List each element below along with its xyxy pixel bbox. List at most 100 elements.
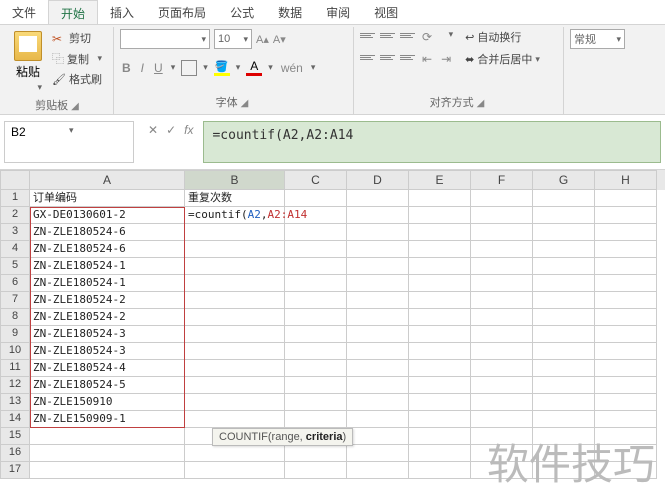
cell[interactable] <box>471 224 533 241</box>
col-header-D[interactable]: D <box>347 170 409 190</box>
cell[interactable] <box>595 428 657 445</box>
cell[interactable] <box>471 377 533 394</box>
tab-data[interactable]: 数据 <box>266 0 314 24</box>
cell[interactable] <box>471 394 533 411</box>
cell[interactable] <box>285 224 347 241</box>
font-color-button[interactable]: A <box>246 59 262 76</box>
cell[interactable] <box>533 207 595 224</box>
cell[interactable] <box>409 292 471 309</box>
tab-layout[interactable]: 页面布局 <box>146 0 218 24</box>
row-header[interactable]: 10 <box>0 343 30 360</box>
cell[interactable] <box>409 394 471 411</box>
cell[interactable] <box>185 445 285 462</box>
name-box[interactable]: B2▾ <box>4 121 134 163</box>
cell[interactable] <box>185 462 285 479</box>
cancel-formula-button[interactable]: ✕ <box>148 123 158 137</box>
cell[interactable] <box>347 377 409 394</box>
cell[interactable] <box>533 360 595 377</box>
cell[interactable] <box>409 462 471 479</box>
row-header[interactable]: 9 <box>0 326 30 343</box>
cell[interactable] <box>595 190 657 207</box>
cell[interactable] <box>533 462 595 479</box>
cell[interactable]: 重复次数 <box>185 190 285 207</box>
cell[interactable] <box>471 309 533 326</box>
cell[interactable] <box>285 241 347 258</box>
fx-button[interactable]: fx <box>184 123 193 137</box>
cell[interactable] <box>533 258 595 275</box>
tab-formulas[interactable]: 公式 <box>218 0 266 24</box>
dialog-launcher-icon[interactable]: ◢ <box>71 101 82 112</box>
cell[interactable] <box>285 394 347 411</box>
cell[interactable] <box>595 326 657 343</box>
cell[interactable] <box>185 275 285 292</box>
cell[interactable] <box>409 241 471 258</box>
cell[interactable] <box>409 343 471 360</box>
cell[interactable] <box>347 326 409 343</box>
cell[interactable] <box>185 309 285 326</box>
row-header[interactable]: 5 <box>0 258 30 275</box>
cell[interactable]: ZN-ZLE180524-3 <box>30 343 185 360</box>
cell[interactable] <box>30 445 185 462</box>
cell[interactable]: ZN-ZLE180524-5 <box>30 377 185 394</box>
row-header[interactable]: 16 <box>0 445 30 462</box>
cell[interactable] <box>471 190 533 207</box>
number-format-combo[interactable]: 常规▾ <box>570 29 625 49</box>
tab-view[interactable]: 视图 <box>362 0 410 24</box>
row-header[interactable]: 1 <box>0 190 30 207</box>
cell[interactable] <box>409 326 471 343</box>
row-header[interactable]: 6 <box>0 275 30 292</box>
cell[interactable]: ZN-ZLE180524-1 <box>30 258 185 275</box>
align-middle-button[interactable] <box>380 29 395 41</box>
align-right-button[interactable] <box>400 51 415 63</box>
format-painter-button[interactable]: 格式刷 <box>50 70 104 88</box>
increase-indent-button[interactable]: ⇥ <box>439 51 453 67</box>
cell[interactable] <box>595 275 657 292</box>
cell[interactable] <box>285 377 347 394</box>
cell[interactable]: ZN-ZLE180524-3 <box>30 326 185 343</box>
cell[interactable] <box>347 309 409 326</box>
phonetic-button[interactable]: wén <box>279 60 305 76</box>
cell[interactable] <box>347 224 409 241</box>
cell[interactable] <box>471 445 533 462</box>
cell[interactable] <box>595 241 657 258</box>
cell[interactable] <box>285 292 347 309</box>
border-button[interactable] <box>181 60 197 76</box>
cell[interactable]: ZN-ZLE180524-6 <box>30 241 185 258</box>
col-header-G[interactable]: G <box>533 170 595 190</box>
cell[interactable] <box>595 258 657 275</box>
italic-button[interactable]: I <box>139 60 146 76</box>
cell[interactable] <box>595 309 657 326</box>
cell[interactable] <box>347 411 409 428</box>
font-name-combo[interactable]: ▾ <box>120 29 210 49</box>
cell[interactable] <box>30 462 185 479</box>
cell[interactable] <box>471 258 533 275</box>
cell[interactable]: 订单编码 <box>30 190 185 207</box>
col-header-C[interactable]: C <box>285 170 347 190</box>
merge-center-button[interactable]: ⬌合并后居中▾ <box>465 51 540 67</box>
cell[interactable] <box>185 326 285 343</box>
cell[interactable] <box>533 292 595 309</box>
cell[interactable] <box>185 394 285 411</box>
cell[interactable] <box>347 258 409 275</box>
cell[interactable] <box>185 224 285 241</box>
cell[interactable] <box>347 360 409 377</box>
cell[interactable] <box>185 360 285 377</box>
copy-button[interactable]: 复制▾ <box>50 49 104 68</box>
cell[interactable] <box>595 411 657 428</box>
cell[interactable] <box>285 411 347 428</box>
tab-review[interactable]: 审阅 <box>314 0 362 24</box>
align-bottom-button[interactable] <box>400 29 415 41</box>
cell[interactable] <box>471 275 533 292</box>
orientation-button[interactable]: ⟳ <box>420 29 434 45</box>
cell[interactable] <box>409 428 471 445</box>
bold-button[interactable]: B <box>120 60 133 76</box>
cell[interactable] <box>285 343 347 360</box>
cell[interactable] <box>533 190 595 207</box>
cell[interactable] <box>595 360 657 377</box>
cell[interactable]: ZN-ZLE180524-1 <box>30 275 185 292</box>
cell[interactable] <box>30 428 185 445</box>
cell[interactable] <box>285 275 347 292</box>
cell[interactable]: ZN-ZLE180524-2 <box>30 309 185 326</box>
wrap-text-button[interactable]: ↩自动换行 <box>465 29 540 45</box>
cell[interactable] <box>285 190 347 207</box>
